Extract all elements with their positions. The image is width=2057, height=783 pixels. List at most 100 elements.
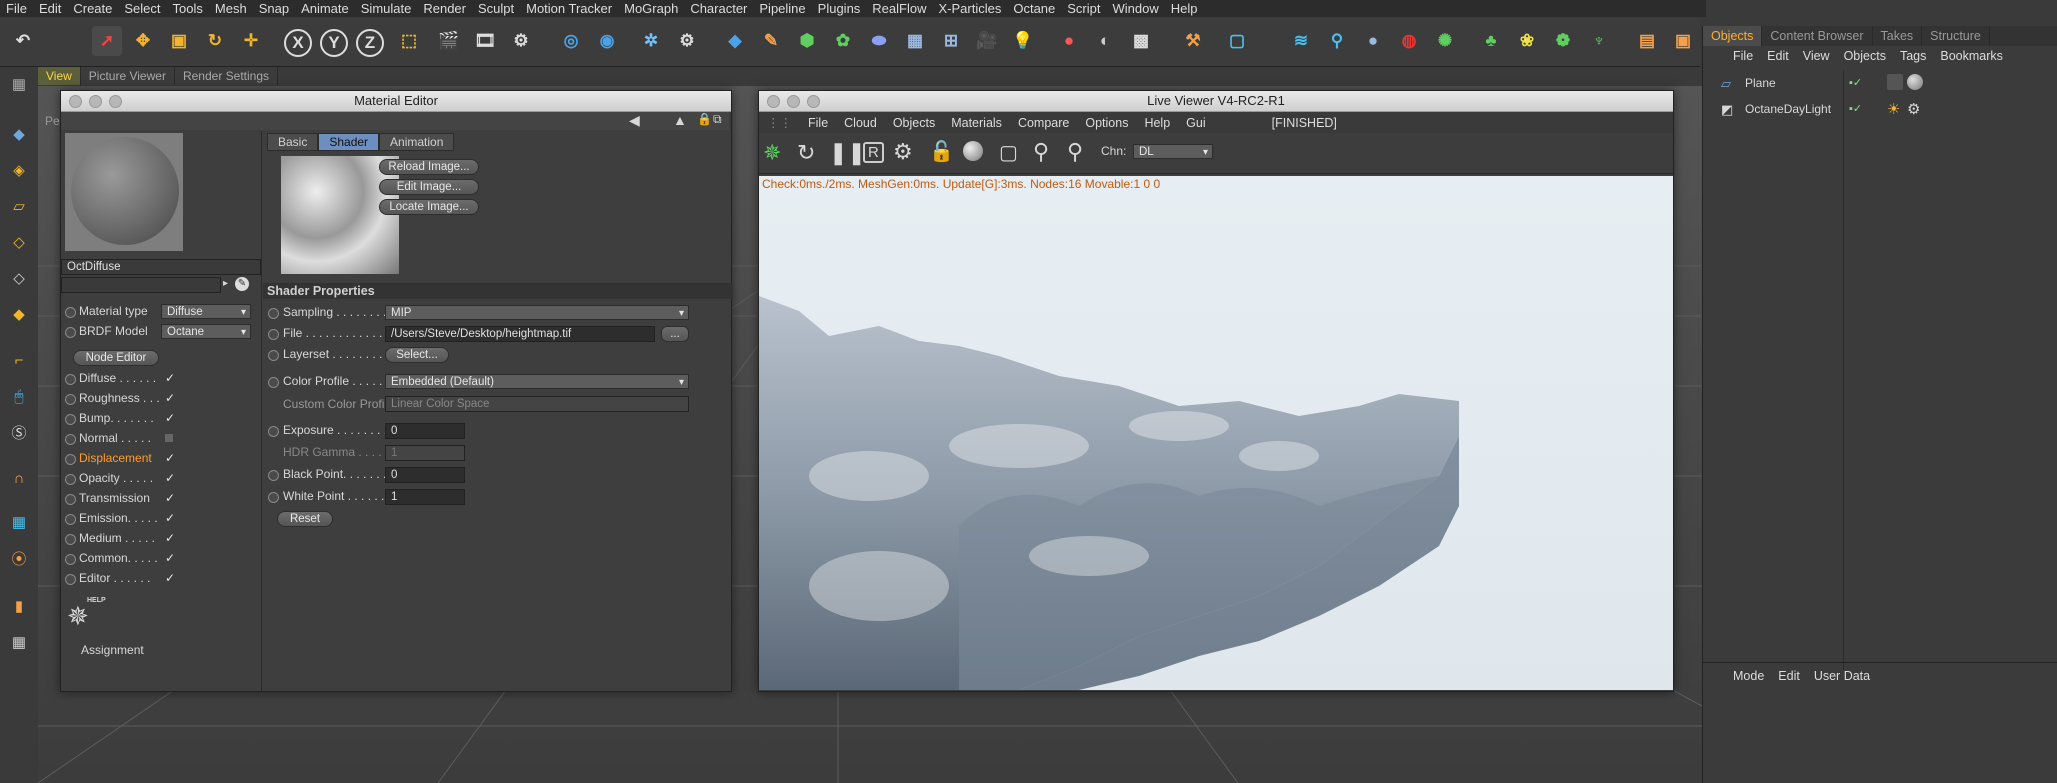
- octane-logo-icon[interactable]: ✲: [636, 26, 666, 56]
- sampling-radio[interactable]: [268, 308, 279, 319]
- menu-mograph[interactable]: MoGraph: [624, 1, 678, 16]
- checker-icon[interactable]: ▩: [1126, 26, 1156, 56]
- floor-icon[interactable]: ▦: [900, 26, 930, 56]
- render-settings-icon[interactable]: ⚙: [506, 26, 536, 56]
- object-name[interactable]: OctaneDayLight: [1745, 102, 1831, 116]
- menu-render[interactable]: Render: [423, 1, 466, 16]
- obj-menu-bookmarks[interactable]: Bookmarks: [1940, 49, 2003, 63]
- visibility-icon[interactable]: ▪✓: [1849, 102, 1862, 115]
- lv-menu-options[interactable]: Options: [1085, 116, 1128, 130]
- x-axis-icon[interactable]: X: [284, 29, 312, 57]
- cloner-icon[interactable]: ✿: [828, 26, 858, 56]
- menu-edit[interactable]: Edit: [39, 1, 61, 16]
- material-name-field[interactable]: OctDiffuse: [61, 259, 261, 275]
- tab-takes[interactable]: Takes: [1873, 26, 1923, 46]
- pen-icon[interactable]: ✎: [756, 26, 786, 56]
- y-axis-icon[interactable]: Y: [320, 29, 348, 57]
- cube-icon[interactable]: ◆: [720, 26, 750, 56]
- object-name[interactable]: Plane: [1745, 76, 1776, 90]
- close-button[interactable]: [69, 95, 82, 108]
- layerset-radio[interactable]: [268, 350, 279, 361]
- lv-menu-compare[interactable]: Compare: [1018, 116, 1069, 130]
- channel-radio[interactable]: [65, 574, 76, 585]
- lock-workplane-icon[interactable]: ▦: [4, 507, 34, 537]
- render-view-icon[interactable]: 🎬: [434, 26, 464, 56]
- menu-plugins[interactable]: Plugins: [818, 1, 861, 16]
- edit-image-button[interactable]: Edit Image...: [379, 179, 479, 195]
- menu-sculpt[interactable]: Sculpt: [478, 1, 514, 16]
- zoom-button[interactable]: [807, 95, 820, 108]
- snapping-icon[interactable]: Ⓢ: [4, 417, 34, 447]
- channel-radio[interactable]: [65, 414, 76, 425]
- live-viewer-titlebar[interactable]: Live Viewer V4-RC2-R1: [759, 91, 1673, 112]
- magnet-icon[interactable]: ∩: [4, 463, 34, 493]
- locate-image-button[interactable]: Locate Image...: [379, 199, 479, 215]
- menu-octane[interactable]: Octane: [1013, 1, 1055, 16]
- tab-render-settings[interactable]: Render Settings: [174, 67, 279, 85]
- menu-select[interactable]: Select: [124, 1, 160, 16]
- channel-radio[interactable]: [65, 434, 76, 445]
- reload-image-button[interactable]: Reload Image...: [379, 159, 479, 175]
- region-render-icon[interactable]: R: [863, 142, 884, 163]
- channel-checkbox[interactable]: [165, 434, 173, 442]
- new-window-icon[interactable]: ⧉: [713, 112, 722, 127]
- obj-menu-file[interactable]: File: [1733, 49, 1753, 63]
- texture-mode-icon[interactable]: ◈: [4, 155, 34, 185]
- color-profile-radio[interactable]: [268, 377, 279, 388]
- paint-icon[interactable]: ▮: [4, 591, 34, 621]
- sampling-dropdown[interactable]: MIP: [385, 305, 689, 321]
- restart-render-icon[interactable]: ↻: [797, 140, 815, 166]
- menu-window[interactable]: Window: [1113, 1, 1159, 16]
- channel-radio[interactable]: [65, 514, 76, 525]
- tab-animation[interactable]: Animation: [379, 133, 455, 151]
- brdf-radio[interactable]: [65, 327, 76, 338]
- lv-menu-file[interactable]: File: [808, 116, 828, 130]
- gear-tag-icon[interactable]: ⚙: [1907, 100, 1920, 118]
- minimize-button[interactable]: [787, 95, 800, 108]
- particle-icon[interactable]: ●: [1358, 26, 1388, 56]
- channel-checkbox[interactable]: ✓: [165, 371, 175, 385]
- file-path-field[interactable]: /Users/Steve/Desktop/heightmap.tif: [385, 326, 655, 342]
- polygons-mode-icon[interactable]: ◆: [4, 299, 34, 329]
- render-viewport[interactable]: Check:0ms./2ms. MeshGen:0ms. Update[G]:3…: [759, 176, 1673, 690]
- exposure-stepper[interactable]: 0: [385, 423, 465, 439]
- sculpt-icon[interactable]: ▦: [4, 627, 34, 657]
- node-editor-button[interactable]: Node Editor: [73, 350, 159, 366]
- octane-render-icon[interactable]: ✵: [763, 140, 781, 166]
- deformer-icon[interactable]: ⬬: [864, 26, 894, 56]
- menu-script[interactable]: Script: [1067, 1, 1100, 16]
- light-icon[interactable]: 💡: [1008, 26, 1038, 56]
- lock-resolution-icon[interactable]: 🔓: [929, 139, 954, 164]
- plant-icon[interactable]: ❁: [1548, 26, 1578, 56]
- material-pick-icon[interactable]: [963, 141, 983, 161]
- octane-tag-icon[interactable]: [1887, 74, 1903, 90]
- lock-icon[interactable]: 🔒: [697, 112, 712, 126]
- menu-file[interactable]: File: [6, 1, 27, 16]
- channel-checkbox[interactable]: ✓: [165, 571, 175, 585]
- layout-icon[interactable]: ▢: [1222, 26, 1252, 56]
- menu-simulate[interactable]: Simulate: [361, 1, 412, 16]
- white-point-stepper[interactable]: 1: [385, 489, 465, 505]
- channel-checkbox[interactable]: ✓: [165, 391, 175, 405]
- back-arrow-icon[interactable]: ◀: [629, 112, 640, 129]
- menu-animate[interactable]: Animate: [301, 1, 349, 16]
- undo-icon[interactable]: ↶: [8, 26, 38, 56]
- realflow-emitter-icon[interactable]: ⚲: [1322, 26, 1352, 56]
- attr-menu-edit[interactable]: Edit: [1778, 669, 1800, 683]
- channel-checkbox[interactable]: ✓: [165, 551, 175, 565]
- obj-menu-edit[interactable]: Edit: [1767, 49, 1789, 63]
- obj-menu-tags[interactable]: Tags: [1900, 49, 1926, 63]
- material-tag-icon[interactable]: [1907, 74, 1923, 90]
- lv-menu-objects[interactable]: Objects: [893, 116, 935, 130]
- obj-menu-view[interactable]: View: [1803, 49, 1830, 63]
- menu-character[interactable]: Character: [690, 1, 747, 16]
- fire-icon[interactable]: ▣: [1668, 26, 1698, 56]
- coordinate-system-icon[interactable]: ⬚: [394, 26, 424, 56]
- reset-button[interactable]: Reset: [277, 511, 333, 527]
- octane-live-viewer-icon[interactable]: ◉: [592, 26, 622, 56]
- zoom-button[interactable]: [109, 95, 122, 108]
- lv-menu-gui[interactable]: Gui: [1186, 116, 1205, 130]
- sun-tag-icon[interactable]: ☀: [1887, 100, 1900, 118]
- xp-magnet-icon[interactable]: ◍: [1394, 26, 1424, 56]
- flower-icon[interactable]: ❀: [1512, 26, 1542, 56]
